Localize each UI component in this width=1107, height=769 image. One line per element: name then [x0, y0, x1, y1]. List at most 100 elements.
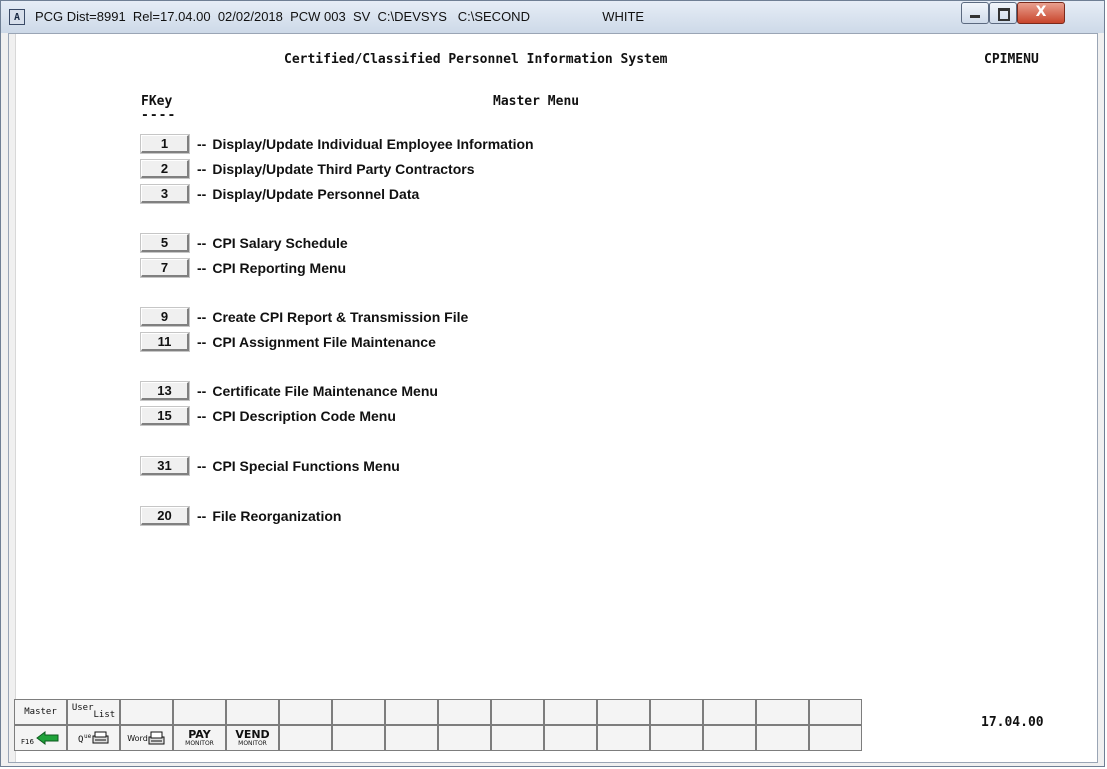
- toolbar-slot[interactable]: [226, 699, 279, 725]
- system-title: Certified/Classified Personnel Informati…: [284, 52, 668, 67]
- svg-text:ue: ue: [84, 733, 92, 740]
- toolbar-slot[interactable]: [120, 699, 173, 725]
- maximize-button[interactable]: [989, 2, 1017, 24]
- toolbar-slot[interactable]: [650, 725, 703, 751]
- menu-separator: --: [197, 260, 207, 276]
- screen-id: CPIMENU: [984, 52, 1039, 67]
- fkey-button[interactable]: 20: [140, 506, 190, 526]
- menu-item-9[interactable]: 9 -- Create CPI Report & Transmission Fi…: [140, 307, 469, 327]
- menu-item-label: CPI Assignment File Maintenance: [212, 334, 436, 350]
- menu-item-label: Display/Update Personnel Data: [212, 186, 420, 202]
- fkey-button[interactable]: 15: [140, 406, 190, 426]
- toolbar-slot[interactable]: [438, 699, 491, 725]
- pay-label: PAY: [188, 727, 211, 741]
- word-print-button[interactable]: Word: [120, 725, 173, 751]
- menu-item-31[interactable]: 31 -- CPI Special Functions Menu: [140, 456, 400, 476]
- fkey-underline: ----: [141, 108, 177, 123]
- toolbar-slot[interactable]: [703, 699, 756, 725]
- toolbar-slot[interactable]: [650, 699, 703, 725]
- menu-item-label: Create CPI Report & Transmission File: [212, 309, 469, 325]
- fkey-button[interactable]: 11: [140, 332, 190, 352]
- user-label: User: [71, 703, 94, 713]
- minimize-button[interactable]: [961, 2, 989, 24]
- title-bar: A PCG Dist=8991 Rel=17.04.00 02/02/2018 …: [1, 1, 1104, 33]
- pay-monitor-label: MONITOR: [185, 739, 214, 747]
- word-label: Word: [127, 733, 148, 743]
- app-icon[interactable]: A: [9, 9, 25, 25]
- fkey-button[interactable]: 9: [140, 307, 190, 327]
- fkey-header: FKey: [141, 94, 173, 109]
- pay-monitor-button[interactable]: PAY MONITOR: [173, 725, 226, 751]
- toolbar-slot[interactable]: [809, 725, 862, 751]
- menu-item-2[interactable]: 2 -- Display/Update Third Party Contract…: [140, 159, 475, 179]
- menu-separator: --: [197, 186, 207, 202]
- menu-item-20[interactable]: 20 -- File Reorganization: [140, 506, 341, 526]
- toolbar-slot[interactable]: [173, 699, 226, 725]
- toolbar-slot[interactable]: [597, 699, 650, 725]
- left-border-strip: [9, 34, 16, 762]
- toolbar-slot[interactable]: [756, 699, 809, 725]
- vend-label: VEND: [235, 727, 270, 741]
- fkey-button[interactable]: 13: [140, 381, 190, 401]
- function-toolbar: Master User List F16 Que Word PAY MONITO…: [14, 699, 904, 755]
- menu-header: Master Menu: [493, 94, 580, 109]
- menu-item-label: CPI Special Functions Menu: [212, 458, 400, 474]
- menu-item-3[interactable]: 3 -- Display/Update Personnel Data: [140, 184, 420, 204]
- terminal-screen: Certified/Classified Personnel Informati…: [8, 33, 1098, 763]
- master-label: Master: [24, 707, 57, 717]
- vend-monitor-button[interactable]: VEND MONITOR: [226, 725, 279, 751]
- f16-label: F16: [21, 738, 34, 746]
- toolbar-slot[interactable]: [491, 725, 544, 751]
- menu-separator: --: [197, 458, 207, 474]
- menu-item-label: Display/Update Individual Employee Infor…: [212, 136, 534, 152]
- toolbar-slot[interactable]: [385, 725, 438, 751]
- app-window: A PCG Dist=8991 Rel=17.04.00 02/02/2018 …: [0, 0, 1105, 767]
- menu-item-label: Display/Update Third Party Contractors: [212, 161, 475, 177]
- toolbar-slot[interactable]: [809, 699, 862, 725]
- queue-print-button[interactable]: Que: [67, 725, 120, 751]
- menu-item-label: CPI Reporting Menu: [212, 260, 347, 276]
- master-button[interactable]: Master: [14, 699, 67, 725]
- fkey-button[interactable]: 3: [140, 184, 190, 204]
- user-list-button[interactable]: User List: [67, 699, 120, 725]
- menu-separator: --: [197, 309, 207, 325]
- menu-separator: --: [197, 383, 207, 399]
- menu-separator: --: [197, 508, 207, 524]
- menu-item-label: CPI Salary Schedule: [212, 235, 348, 251]
- toolbar-slot[interactable]: [279, 699, 332, 725]
- close-button[interactable]: X: [1017, 2, 1065, 24]
- menu-item-label: Certificate File Maintenance Menu: [212, 383, 438, 399]
- toolbar-slot[interactable]: [491, 699, 544, 725]
- toolbar-slot[interactable]: [756, 725, 809, 751]
- svg-text:Q: Q: [78, 735, 83, 745]
- fkey-button[interactable]: 1: [140, 134, 190, 154]
- menu-item-7[interactable]: 7 -- CPI Reporting Menu: [140, 258, 347, 278]
- fkey-button[interactable]: 5: [140, 233, 190, 253]
- fkey-button[interactable]: 7: [140, 258, 190, 278]
- queue-printer-icon: Que: [78, 731, 108, 745]
- menu-item-5[interactable]: 5 -- CPI Salary Schedule: [140, 233, 348, 253]
- back-arrow-icon: [36, 731, 59, 745]
- toolbar-slot[interactable]: [279, 725, 332, 751]
- fkey-button[interactable]: 31: [140, 456, 190, 476]
- toolbar-slot[interactable]: [544, 699, 597, 725]
- window-title: PCG Dist=8991 Rel=17.04.00 02/02/2018 PC…: [35, 9, 645, 24]
- menu-item-1[interactable]: 1 -- Display/Update Individual Employee …: [140, 134, 534, 154]
- fkey-button[interactable]: 2: [140, 159, 190, 179]
- toolbar-slot[interactable]: [385, 699, 438, 725]
- toolbar-slot[interactable]: [597, 725, 650, 751]
- toolbar-slot[interactable]: [438, 725, 491, 751]
- menu-separator: --: [197, 334, 207, 350]
- toolbar-slot[interactable]: [332, 725, 385, 751]
- menu-item-13[interactable]: 13 -- Certificate File Maintenance Menu: [140, 381, 438, 401]
- toolbar-slot[interactable]: [703, 725, 756, 751]
- word-printer-icon: [148, 731, 165, 745]
- menu-separator: --: [197, 408, 207, 424]
- menu-item-11[interactable]: 11 -- CPI Assignment File Maintenance: [140, 332, 436, 352]
- menu-item-15[interactable]: 15 -- CPI Description Code Menu: [140, 406, 396, 426]
- back-button[interactable]: F16: [14, 725, 67, 751]
- toolbar-slot[interactable]: [544, 725, 597, 751]
- close-icon: X: [1035, 4, 1047, 20]
- toolbar-slot[interactable]: [332, 699, 385, 725]
- menu-separator: --: [197, 136, 207, 152]
